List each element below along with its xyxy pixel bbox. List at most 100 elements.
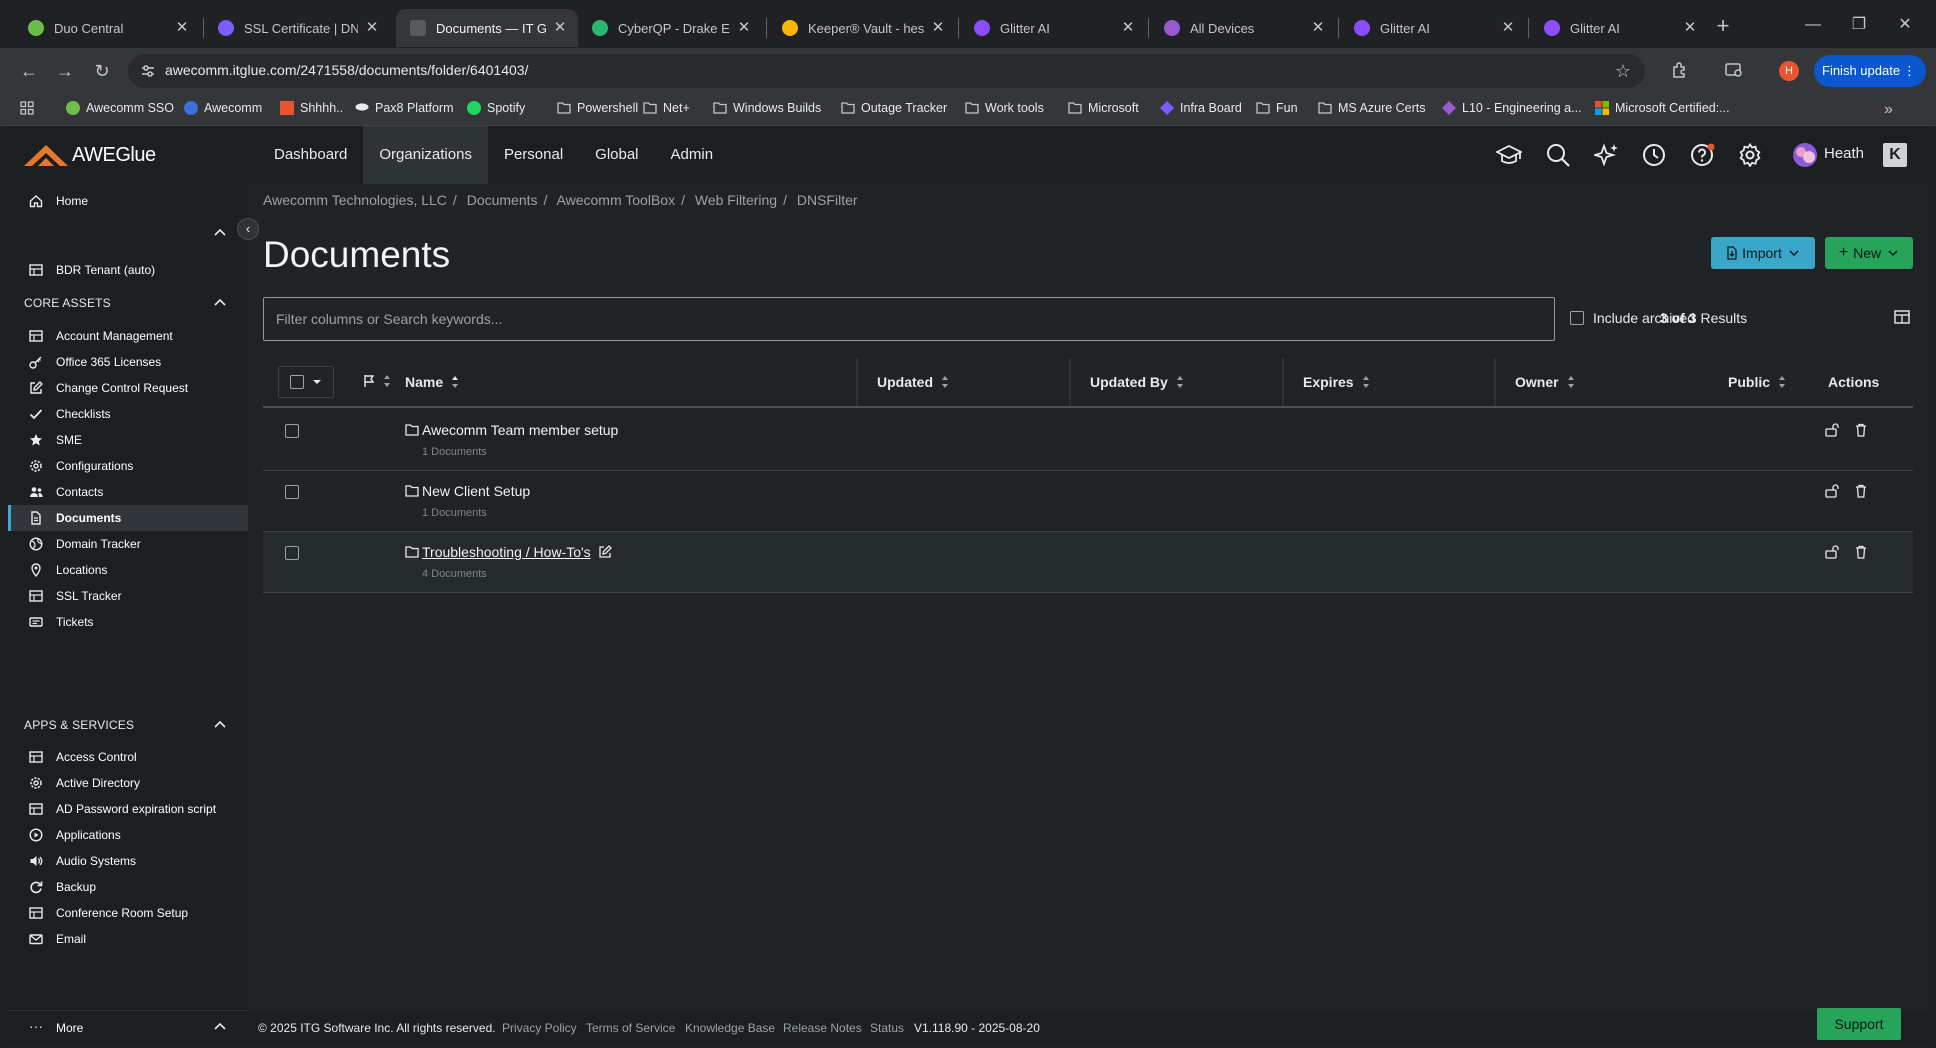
browser-tab[interactable]: Keeper® Vault - hesc ✕ xyxy=(768,9,956,47)
column-name[interactable]: Name xyxy=(405,374,459,390)
trash-icon[interactable] xyxy=(1855,545,1867,559)
bookmark-star-icon[interactable]: ☆ xyxy=(1615,61,1631,82)
sidebar-item-audio-systems[interactable]: Audio Systems xyxy=(8,848,248,874)
sidebar-item-applications[interactable]: Applications xyxy=(8,822,248,848)
site-info-icon[interactable] xyxy=(140,63,156,79)
graduation-cap-icon[interactable] xyxy=(1496,143,1522,167)
chevron-up-icon[interactable] xyxy=(213,1020,227,1034)
row-name-link[interactable]: Awecomm Team member setup xyxy=(422,422,618,438)
table-row-hovered[interactable]: Troubleshooting / How-To's 4 Documents xyxy=(263,532,1913,593)
chevron-up-icon[interactable] xyxy=(213,296,227,310)
bookmark-item[interactable]: Pax8 Platform xyxy=(355,101,454,115)
row-checkbox[interactable] xyxy=(285,485,299,499)
profile-avatar[interactable]: H xyxy=(1779,61,1799,81)
bookmark-item[interactable]: Awecomm SSO xyxy=(66,101,174,115)
breadcrumb-link[interactable]: Awecomm ToolBox xyxy=(557,192,676,208)
sidebar-item-sme[interactable]: SME xyxy=(8,427,248,453)
kaseya-k-icon[interactable]: K xyxy=(1883,143,1907,167)
sidebar-item-bdr-tenant[interactable]: BDR Tenant (auto) xyxy=(8,254,248,286)
table-row[interactable]: Awecomm Team member setup 1 Documents xyxy=(263,410,1913,471)
bookmark-item[interactable]: Fun xyxy=(1256,101,1298,115)
bookmarks-overflow-icon[interactable]: » xyxy=(1884,101,1893,119)
unlock-icon[interactable] xyxy=(1825,423,1841,437)
row-name-link[interactable]: New Client Setup xyxy=(422,483,530,499)
column-updated[interactable]: Updated xyxy=(877,374,949,390)
sidebar-item-more[interactable]: ··· More xyxy=(8,1012,248,1044)
search-icon[interactable] xyxy=(1546,143,1570,167)
unlock-icon[interactable] xyxy=(1825,484,1841,498)
finish-update-button[interactable]: Finish update ⋮ xyxy=(1814,55,1926,87)
browser-tab[interactable]: SSL Certificate | DNSF ✕ xyxy=(204,9,390,47)
bookmark-item[interactable]: Infra Board xyxy=(1160,101,1242,115)
row-checkbox[interactable] xyxy=(285,546,299,560)
bookmark-item[interactable]: Shhhh.. xyxy=(280,101,343,115)
bookmark-item[interactable]: Windows Builds xyxy=(713,101,821,115)
nav-admin[interactable]: Admin xyxy=(655,126,730,184)
help-icon[interactable] xyxy=(1690,143,1716,167)
close-icon[interactable]: ✕ xyxy=(1120,20,1136,36)
row-checkbox[interactable] xyxy=(285,424,299,438)
extensions-icon[interactable] xyxy=(1670,60,1690,80)
breadcrumb-link[interactable]: Awecomm Technologies, LLC xyxy=(263,192,447,208)
browser-tab[interactable]: CyberQP - Drake Ente ✕ xyxy=(578,9,762,47)
address-bar[interactable]: awecomm.itglue.com/2471558/documents/fol… xyxy=(128,54,1645,88)
nav-dashboard[interactable]: Dashboard xyxy=(258,126,363,184)
sidebar-item-domain-tracker[interactable]: Domain Tracker xyxy=(8,531,248,557)
sidebar-item-conference-room-setup[interactable]: Conference Room Setup xyxy=(8,900,248,926)
new-button[interactable]: + New xyxy=(1825,237,1913,269)
close-icon[interactable]: ✕ xyxy=(1682,20,1698,36)
tab-search-icon[interactable] xyxy=(1724,60,1744,80)
unlock-icon[interactable] xyxy=(1825,545,1841,559)
nav-global[interactable]: Global xyxy=(579,126,654,184)
column-expires[interactable]: Expires xyxy=(1303,374,1370,390)
bookmark-item[interactable]: L10 - Engineering a... xyxy=(1442,101,1582,115)
sidebar-item-contacts[interactable]: Contacts xyxy=(8,479,248,505)
sidebar-item-locations[interactable]: Locations xyxy=(8,557,248,583)
sort-asc-icon[interactable] xyxy=(451,375,459,389)
bookmark-item[interactable]: Microsoft xyxy=(1068,101,1139,115)
breadcrumb-link[interactable]: Web Filtering xyxy=(695,192,777,208)
table-row[interactable]: New Client Setup 1 Documents xyxy=(263,471,1913,532)
history-clock-icon[interactable] xyxy=(1642,143,1666,167)
column-public[interactable]: Public xyxy=(1728,374,1786,390)
close-icon[interactable]: ✕ xyxy=(930,20,946,36)
sidebar-item-tickets[interactable]: Tickets xyxy=(8,609,248,635)
column-divider[interactable] xyxy=(856,358,858,406)
include-archived-checkbox[interactable] xyxy=(1570,311,1584,325)
sidebar-item-account-management[interactable]: Account Management xyxy=(8,323,248,349)
sidebar-item-configurations[interactable]: Configurations xyxy=(8,453,248,479)
bookmark-item[interactable]: MS Azure Certs xyxy=(1318,101,1426,115)
sidebar-item-email[interactable]: Email xyxy=(8,926,248,952)
column-flag[interactable] xyxy=(363,374,391,388)
sparkle-ai-icon[interactable] xyxy=(1594,143,1620,167)
sidebar-item-ssl-tracker[interactable]: SSL Tracker xyxy=(8,583,248,609)
footer-link-terms[interactable]: Terms of Service xyxy=(586,1021,675,1035)
sort-icon[interactable] xyxy=(1567,375,1575,389)
columns-toggle-icon[interactable] xyxy=(1894,310,1910,324)
minimize-icon[interactable]: — xyxy=(1790,10,1836,40)
sidebar-item-checklists[interactable]: Checklists xyxy=(8,401,248,427)
sort-icon[interactable] xyxy=(383,374,391,388)
trash-icon[interactable] xyxy=(1855,484,1867,498)
chevron-up-icon[interactable] xyxy=(213,718,227,732)
breadcrumb-link[interactable]: Documents xyxy=(467,192,538,208)
column-updated-by[interactable]: Updated By xyxy=(1090,374,1184,390)
url-text[interactable]: awecomm.itglue.com/2471558/documents/fol… xyxy=(165,62,528,78)
user-name[interactable]: Heath xyxy=(1824,145,1864,162)
browser-tab[interactable]: Duo Central ✕ xyxy=(14,9,200,47)
sidebar-item-documents[interactable]: Documents xyxy=(8,505,248,531)
close-icon[interactable]: ✕ xyxy=(1310,20,1326,36)
import-button[interactable]: Import xyxy=(1711,237,1815,269)
bookmark-item[interactable]: Spotify xyxy=(467,101,525,115)
row-name-link[interactable]: Troubleshooting / How-To's xyxy=(422,544,591,560)
browser-tab[interactable]: All Devices ✕ xyxy=(1150,9,1336,47)
edit-icon[interactable] xyxy=(598,545,612,559)
search-input[interactable] xyxy=(264,298,1554,340)
browser-tab-active[interactable]: Documents — IT Glue ✕ xyxy=(396,9,578,47)
restore-icon[interactable]: ❐ xyxy=(1836,10,1882,40)
column-divider[interactable] xyxy=(1069,358,1071,406)
sidebar-item-ad-password-expiration-script[interactable]: AD Password expiration script xyxy=(8,796,248,822)
reload-icon[interactable]: ↻ xyxy=(87,56,117,86)
close-icon[interactable]: ✕ xyxy=(174,20,190,36)
bookmark-item[interactable]: Net+ xyxy=(643,101,690,115)
